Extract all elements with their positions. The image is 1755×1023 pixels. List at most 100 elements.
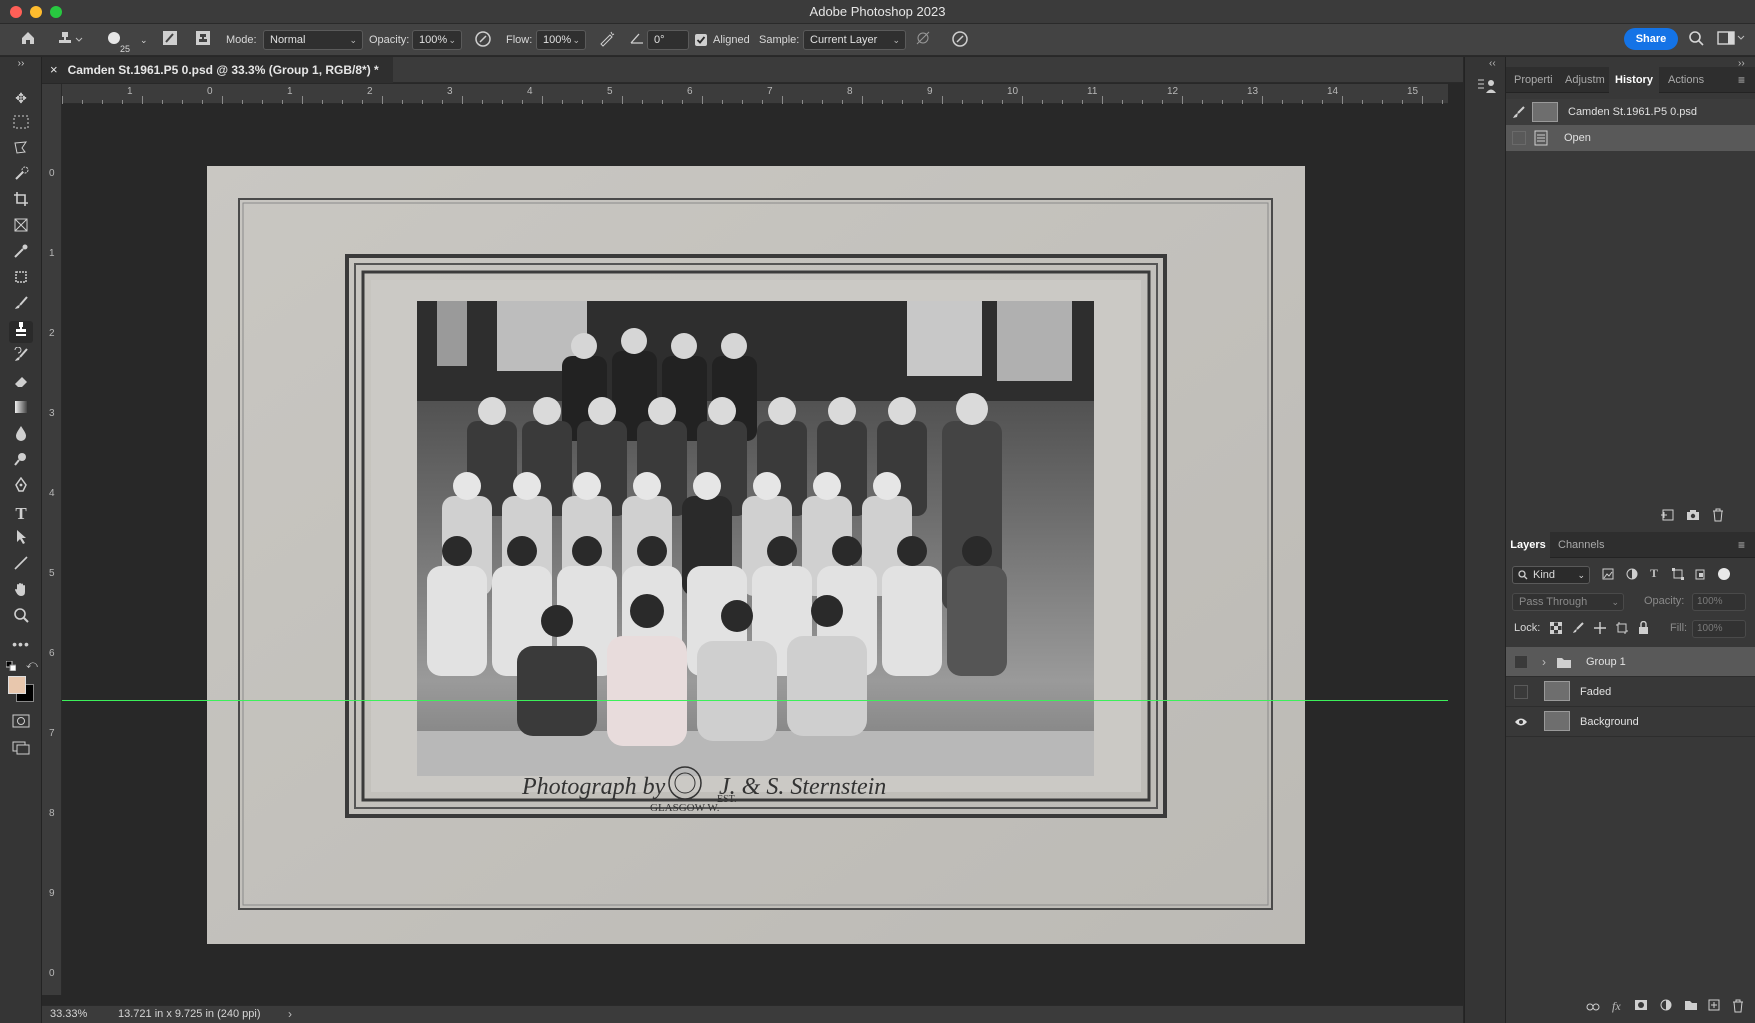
filter-type-layers-icon[interactable]: T: [1650, 566, 1658, 581]
new-group-icon[interactable]: [1684, 999, 1698, 1014]
layer-style-fx-icon[interactable]: fx: [1612, 999, 1621, 1014]
lock-all-icon[interactable]: [1638, 620, 1649, 637]
ignore-adjustment-layers-icon[interactable]: [913, 30, 933, 50]
new-layer-icon[interactable]: [1708, 999, 1720, 1014]
vertical-ruler[interactable]: 0 1 2 3 4 5 6 7 8 9 0: [42, 84, 62, 995]
tab-actions[interactable]: Actions: [1668, 67, 1712, 93]
pen-tool-icon[interactable]: [9, 476, 33, 499]
layer-row-background[interactable]: Background: [1506, 707, 1755, 737]
filter-smart-objects-icon[interactable]: [1694, 568, 1706, 583]
horizontal-guide-line[interactable]: [62, 700, 1448, 701]
filter-shape-layers-icon[interactable]: [1672, 568, 1684, 583]
default-colors-icon[interactable]: [5, 660, 17, 672]
pressure-size-icon[interactable]: [950, 30, 970, 50]
collapse-toolbar-icon[interactable]: ››: [9, 57, 33, 71]
new-fill-adjustment-icon[interactable]: [1660, 999, 1672, 1014]
more-tools-icon[interactable]: •••: [9, 633, 33, 655]
move-tool-icon[interactable]: ✥: [9, 87, 33, 109]
swap-colors-icon[interactable]: ⤺: [26, 659, 38, 672]
blend-mode-select[interactable]: Pass Through ⌄: [1512, 593, 1624, 611]
clone-stamp-tool-icon[interactable]: [9, 321, 33, 343]
link-layers-icon[interactable]: [1586, 1001, 1600, 1015]
lock-position-icon[interactable]: [1594, 622, 1606, 637]
tab-channels[interactable]: Channels: [1558, 532, 1618, 558]
foreground-color-swatch[interactable]: [8, 676, 26, 694]
eyedropper-tool-icon[interactable]: [9, 243, 33, 265]
lock-artboard-icon[interactable]: [1616, 622, 1628, 637]
history-panel-toggle-icon[interactable]: [1477, 77, 1497, 98]
collapse-panels-icon[interactable]: ‹‹: [1489, 58, 1496, 69]
tab-properties[interactable]: Properti: [1514, 67, 1560, 93]
panel-menu-icon[interactable]: ≡: [1738, 73, 1745, 87]
camera-icon[interactable]: [1686, 508, 1700, 525]
type-tool-icon[interactable]: T: [9, 503, 33, 525]
dodge-tool-icon[interactable]: [9, 451, 33, 473]
layer-visibility-toggle[interactable]: [1514, 685, 1528, 699]
mode-select[interactable]: Normal ⌄: [263, 30, 363, 50]
marquee-tool-icon[interactable]: [9, 113, 33, 135]
lock-transparent-pixels-icon[interactable]: [1549, 621, 1563, 637]
layer-opacity-input[interactable]: 100%: [1692, 593, 1746, 611]
pressure-opacity-icon[interactable]: [473, 30, 493, 50]
zoom-tool-icon[interactable]: [9, 607, 33, 629]
history-snapshot-row[interactable]: Camden St.1961.P5 0.psd: [1506, 99, 1755, 125]
fill-input[interactable]: 100%: [1692, 620, 1746, 638]
filter-adjustment-layers-icon[interactable]: [1626, 568, 1638, 583]
add-mask-icon[interactable]: [1634, 999, 1648, 1014]
line-tool-icon[interactable]: [9, 555, 33, 577]
clone-stamp-preset-icon[interactable]: [54, 30, 88, 50]
eye-icon[interactable]: [1514, 707, 1528, 738]
path-selection-tool-icon[interactable]: [9, 529, 33, 551]
brush-tool-icon[interactable]: [9, 295, 33, 317]
screen-mode-icon[interactable]: [9, 739, 33, 761]
horizontal-ruler[interactable]: 1 0 1 2 3 4 5 6 7 8 9 10 11 12 13 14 15: [62, 84, 1448, 104]
eraser-tool-icon[interactable]: [9, 373, 33, 395]
quick-selection-tool-icon[interactable]: [9, 165, 33, 187]
filter-pixel-layers-icon[interactable]: [1602, 568, 1614, 583]
workspace-switcher-icon[interactable]: [1716, 30, 1746, 50]
history-brush-source-icon[interactable]: [1512, 99, 1526, 128]
sample-select[interactable]: Current Layer ⌄: [803, 30, 906, 50]
close-tab-icon[interactable]: ×: [50, 62, 58, 77]
delete-layer-icon[interactable]: [1732, 999, 1744, 1016]
tab-history[interactable]: History: [1609, 67, 1659, 93]
history-state-row[interactable]: Open: [1506, 125, 1755, 151]
layer-visibility-toggle[interactable]: [1514, 655, 1528, 669]
aligned-checkbox[interactable]: [695, 34, 707, 46]
lasso-tool-icon[interactable]: [9, 139, 33, 161]
layer-filter-kind-select[interactable]: Kind ⌄: [1512, 566, 1590, 584]
airbrush-icon[interactable]: [597, 30, 617, 50]
flow-input[interactable]: 100% ⌄: [536, 30, 586, 50]
clone-source-icon[interactable]: [193, 30, 213, 50]
canvas-area[interactable]: Photograph by EST. GLASGOW W. J. & S. St…: [62, 104, 1448, 995]
home-icon[interactable]: [18, 30, 38, 50]
history-brush-tool-icon[interactable]: [9, 346, 33, 369]
filter-toggle-switch[interactable]: [1718, 568, 1730, 580]
brush-settings-icon[interactable]: [160, 30, 180, 50]
tab-layers[interactable]: Layers: [1506, 532, 1550, 558]
zoom-level[interactable]: 33.33%: [50, 1008, 87, 1020]
lock-image-pixels-icon[interactable]: [1572, 622, 1584, 637]
gradient-tool-icon[interactable]: [9, 399, 33, 421]
hand-tool-icon[interactable]: [9, 581, 33, 603]
status-menu-arrow-icon[interactable]: ›: [288, 1007, 292, 1021]
quick-mask-icon[interactable]: [9, 713, 33, 735]
history-state-source-box[interactable]: [1512, 131, 1526, 145]
new-document-from-state-icon[interactable]: [1660, 508, 1674, 525]
healing-brush-tool-icon[interactable]: [9, 269, 33, 291]
document-tab[interactable]: × Camden St.1961.P5 0.psd @ 33.3% (Group …: [42, 57, 393, 83]
frame-tool-icon[interactable]: [9, 217, 33, 239]
angle-input[interactable]: 0°: [647, 30, 689, 50]
search-icon[interactable]: [1686, 30, 1706, 50]
layer-row-group-1[interactable]: › Group 1: [1506, 647, 1755, 677]
brush-picker-chevron-icon[interactable]: ⌄: [140, 32, 148, 48]
crop-tool-icon[interactable]: [9, 191, 33, 213]
share-button[interactable]: Share: [1624, 28, 1678, 50]
blur-tool-icon[interactable]: [9, 425, 33, 447]
panel-menu-icon[interactable]: ≡: [1738, 538, 1745, 552]
tab-adjustments[interactable]: Adjustm: [1565, 67, 1609, 93]
opacity-input[interactable]: 100% ⌄: [412, 30, 462, 50]
layer-row-faded[interactable]: Faded: [1506, 677, 1755, 707]
chevron-right-icon[interactable]: ›: [1542, 647, 1546, 677]
trash-icon[interactable]: [1712, 508, 1724, 525]
